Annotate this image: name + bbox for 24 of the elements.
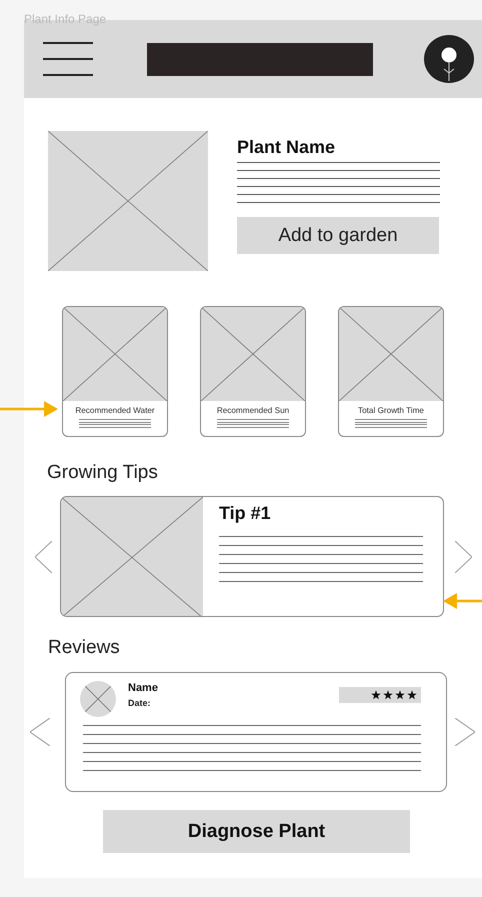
reviewer-name: Name bbox=[128, 682, 159, 694]
plant-name: Plant Name bbox=[237, 137, 336, 158]
add-to-garden-button[interactable]: Add to garden bbox=[237, 217, 439, 254]
plant-logo-icon[interactable] bbox=[424, 35, 474, 83]
stat-label: Recommended Water bbox=[74, 406, 156, 415]
text-lines bbox=[217, 419, 289, 428]
section-heading: Growing Tips bbox=[47, 462, 158, 484]
text-lines bbox=[355, 419, 427, 428]
menu-icon[interactable] bbox=[43, 42, 93, 76]
diagnose-plant-button[interactable]: Diagnose Plant bbox=[103, 810, 410, 853]
review-date: Date: bbox=[128, 698, 152, 708]
section-heading: Reviews bbox=[48, 637, 120, 659]
avatar-placeholder bbox=[80, 681, 116, 717]
annotation-arrow bbox=[443, 592, 482, 610]
stat-label: Recommended Sun bbox=[216, 406, 290, 415]
tip-title: Tip #1 bbox=[219, 503, 272, 524]
annotation-arrow bbox=[0, 400, 58, 418]
chevron-right-icon[interactable] bbox=[455, 718, 475, 746]
chevron-right-icon[interactable] bbox=[455, 540, 472, 572]
chevron-left-icon[interactable] bbox=[30, 718, 50, 746]
chevron-left-icon[interactable] bbox=[35, 540, 52, 572]
frame-label: Plant Info Page bbox=[24, 12, 106, 28]
stat-label: Total Growth Time bbox=[357, 406, 425, 415]
text-lines bbox=[79, 419, 151, 428]
